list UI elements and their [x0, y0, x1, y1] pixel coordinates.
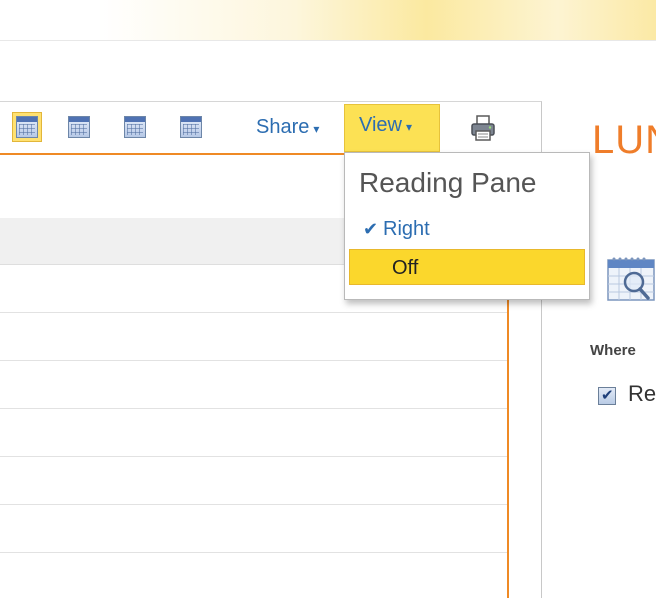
calendar-day-view-icon[interactable] — [16, 116, 38, 138]
calendar-row-divider — [0, 552, 507, 553]
calendar-row-divider — [0, 312, 507, 313]
checkmark-icon: ✔ — [601, 387, 614, 404]
calendar-magnifier-icon — [607, 257, 655, 301]
printer-icon[interactable] — [468, 113, 498, 143]
menu-item-reading-pane-off[interactable]: Off — [349, 249, 585, 285]
calendar-month-view-icon[interactable] — [180, 116, 202, 138]
top-gradient-bar — [0, 0, 656, 40]
calendar-row-divider — [0, 504, 507, 505]
view-button[interactable]: View ▾ — [344, 104, 440, 152]
menu-item-reading-pane-right[interactable]: ✔ Right — [349, 211, 585, 247]
calendar-row-divider — [0, 408, 507, 409]
where-label: Where — [590, 342, 636, 359]
calendar-row-divider — [0, 456, 507, 457]
chevron-down-icon: ▾ — [313, 122, 320, 136]
checkbox-label: Re — [628, 381, 656, 406]
event-title: LUN — [592, 118, 656, 162]
calendar-work-week-view-icon[interactable] — [68, 116, 90, 138]
menu-item-label: Right — [383, 218, 430, 240]
calendar-row-divider — [0, 360, 507, 361]
calendar-week-view-icon[interactable] — [124, 116, 146, 138]
checkmark-icon: ✔ — [363, 219, 379, 239]
share-label: Share — [256, 116, 310, 138]
reminder-checkbox[interactable]: ✔ — [598, 387, 616, 405]
view-dropdown-menu: Reading Pane ✔ Right Off — [344, 152, 590, 300]
view-label: View — [359, 114, 402, 136]
top-divider — [0, 40, 656, 41]
share-button[interactable]: Share ▾ — [250, 112, 325, 142]
chevron-down-icon: ▾ — [406, 120, 413, 134]
menu-item-label: Off — [392, 257, 419, 279]
menu-section-header: Reading Pane — [359, 167, 537, 198]
